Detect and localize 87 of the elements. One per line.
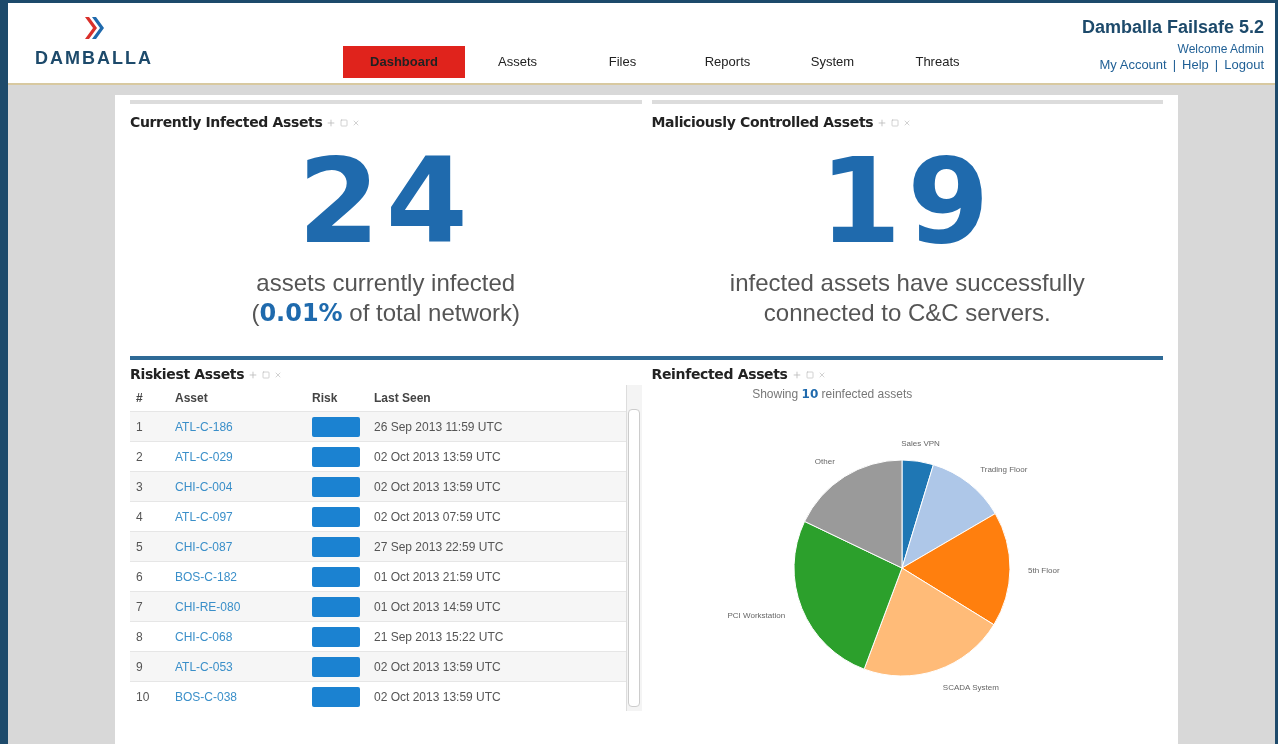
risk-bar xyxy=(312,416,360,437)
stat-description: infected assets have successfully xyxy=(729,269,1085,297)
row-number: 1 xyxy=(135,418,144,436)
minimize-icon[interactable] xyxy=(262,370,271,379)
risk-bar xyxy=(312,686,360,707)
stat-description: (0.01% of total network) xyxy=(251,298,521,329)
last-seen: 02 Oct 2013 13:59 UTC xyxy=(374,448,502,466)
welcome-text: Welcome Admin xyxy=(1177,41,1264,57)
last-seen: 01 Oct 2013 14:59 UTC xyxy=(374,598,502,616)
last-seen: 01 Oct 2013 21:59 UTC xyxy=(374,568,502,586)
column-header: Asset xyxy=(175,390,209,407)
header-link[interactable]: My Account xyxy=(1099,57,1167,73)
close-icon[interactable] xyxy=(352,118,361,127)
asset-link[interactable]: CHI-C-068 xyxy=(175,627,312,646)
big-count: 24 xyxy=(297,141,474,261)
stat-description: connected to C&C servers. xyxy=(763,298,1051,328)
row-number: 7 xyxy=(135,598,144,616)
table-row[interactable]: 1 ATL-C-186 26 Sep 2013 11:59 UTC xyxy=(130,411,626,441)
panel-title: Riskiest Assets xyxy=(130,365,245,384)
add-icon[interactable] xyxy=(248,369,259,380)
panel-title: Currently Infected Assets xyxy=(130,113,323,132)
close-icon[interactable] xyxy=(274,370,283,379)
last-seen: 02 Oct 2013 13:59 UTC xyxy=(374,478,502,496)
last-seen: 02 Oct 2013 07:59 UTC xyxy=(374,508,502,526)
table-row[interactable]: 9 ATL-C-053 02 Oct 2013 13:59 UTC xyxy=(130,651,626,681)
asset-link[interactable]: ATL-C-029 xyxy=(175,447,312,466)
risk-bar xyxy=(312,626,360,647)
asset-link[interactable]: BOS-C-038 xyxy=(175,687,312,706)
table-row[interactable]: 7 CHI-RE-080 01 Oct 2013 14:59 UTC xyxy=(130,591,626,621)
risk-bar xyxy=(312,446,360,467)
chart-caption: Showing 10 reinfected assets xyxy=(752,386,913,403)
nav-tab[interactable]: Threats xyxy=(885,46,990,78)
row-number: 9 xyxy=(135,658,144,676)
add-icon[interactable] xyxy=(877,117,888,128)
add-icon[interactable] xyxy=(326,117,337,128)
column-header: # xyxy=(135,390,144,407)
slice-label: Other xyxy=(814,457,835,467)
close-icon[interactable] xyxy=(903,118,912,127)
slice-label: SCADA System xyxy=(942,683,999,693)
risk-bar xyxy=(312,536,360,557)
table-row[interactable]: 5 CHI-C-087 27 Sep 2013 22:59 UTC xyxy=(130,531,626,561)
link-separator: | xyxy=(1172,57,1177,73)
risk-bar xyxy=(312,656,360,677)
nav-tab[interactable]: Assets xyxy=(465,46,570,78)
row-number: 8 xyxy=(135,628,144,646)
logo-icon xyxy=(83,15,105,41)
slice-label: PCI Workstation xyxy=(727,611,785,621)
minimize-icon[interactable] xyxy=(891,118,900,127)
last-seen: 02 Oct 2013 13:59 UTC xyxy=(374,658,502,676)
product-title: Damballa Failsafe 5.2 xyxy=(1081,17,1264,37)
last-seen: 27 Sep 2013 22:59 UTC xyxy=(374,538,505,556)
last-seen: 26 Sep 2013 11:59 UTC xyxy=(374,418,504,436)
asset-link[interactable]: BOS-C-182 xyxy=(175,567,312,586)
last-seen: 02 Oct 2013 13:59 UTC xyxy=(374,688,502,706)
column-header: Risk xyxy=(312,390,339,407)
row-number: 4 xyxy=(135,508,144,526)
asset-link[interactable]: ATL-C-097 xyxy=(175,507,312,526)
nav-tab[interactable]: System xyxy=(780,46,885,78)
risk-bar xyxy=(312,596,360,617)
row-number: 5 xyxy=(135,538,144,556)
header-link[interactable]: Logout xyxy=(1224,57,1264,73)
header-link[interactable]: Help xyxy=(1182,57,1209,73)
row-number: 3 xyxy=(135,478,144,496)
risk-bar xyxy=(312,566,360,587)
big-count: 19 xyxy=(819,141,996,261)
close-icon[interactable] xyxy=(817,370,826,379)
table-row[interactable]: 3 CHI-C-004 02 Oct 2013 13:59 UTC xyxy=(130,471,626,501)
slice-label: 5th Floor xyxy=(1027,565,1060,575)
risk-bar xyxy=(312,506,360,527)
row-number: 2 xyxy=(135,448,144,466)
last-seen: 21 Sep 2013 15:22 UTC xyxy=(374,628,505,646)
column-header: Last Seen xyxy=(374,390,432,407)
minimize-icon[interactable] xyxy=(805,370,814,379)
nav-tab[interactable]: Files xyxy=(570,46,675,78)
panel-title: Maliciously Controlled Assets xyxy=(651,113,874,132)
slice-label: Sales VPN xyxy=(900,439,940,449)
minimize-icon[interactable] xyxy=(340,118,349,127)
slice-label: Trading Floor xyxy=(979,465,1027,475)
risk-bar xyxy=(312,476,360,497)
row-number: 6 xyxy=(135,568,144,586)
brand-name: DAMBALLA xyxy=(35,47,153,70)
add-icon[interactable] xyxy=(791,369,802,380)
nav-tab[interactable]: Reports xyxy=(675,46,780,78)
row-number: 10 xyxy=(135,688,151,706)
panel-title: Reinfected Assets xyxy=(651,365,788,384)
stat-description: assets currently infected xyxy=(256,269,516,297)
link-separator: | xyxy=(1214,57,1219,73)
